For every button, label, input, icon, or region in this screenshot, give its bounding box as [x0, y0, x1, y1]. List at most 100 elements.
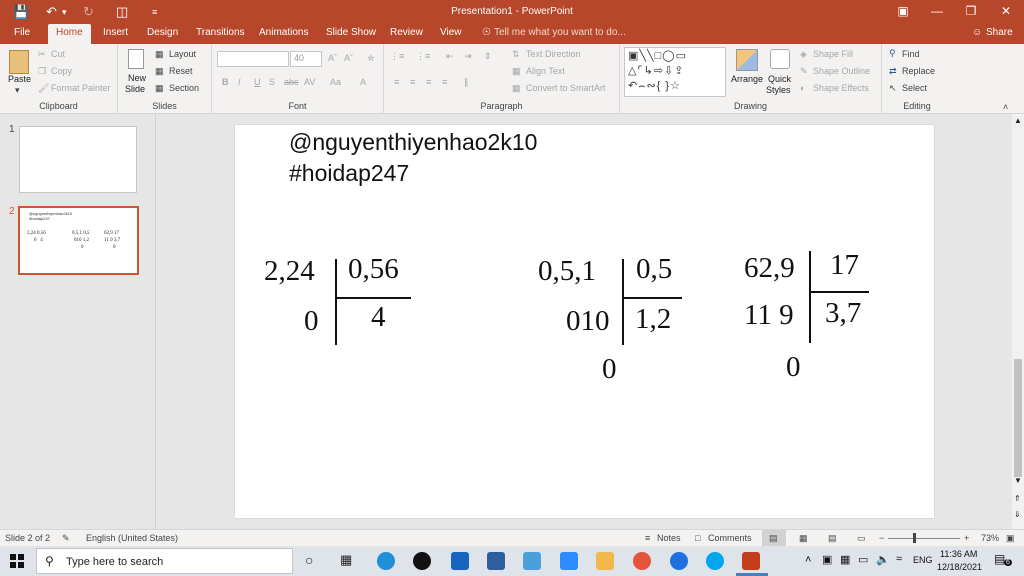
shapes-row-3[interactable]: ↶⌢∾{ }☆ [628, 80, 681, 92]
clock-time[interactable]: 11:36 AM [940, 549, 977, 559]
windows-start-icon[interactable] [10, 554, 24, 568]
columns-icon[interactable]: ∥ [464, 77, 469, 88]
taskbar-search-box[interactable]: ⚲ Type here to search [36, 548, 293, 574]
zoom-in-icon[interactable]: + [964, 533, 969, 543]
file-explorer-icon[interactable] [596, 552, 614, 570]
fit-to-window-icon[interactable]: ▣ [1006, 533, 1015, 544]
collapse-ribbon-icon[interactable]: ˄ [1003, 102, 1008, 112]
tab-design[interactable]: Design [147, 27, 178, 38]
shape-effects-button[interactable]: Shape Effects [813, 83, 869, 93]
slide-hashtag-text[interactable]: #hoidap247 [289, 160, 409, 187]
copy-button[interactable]: Copy [51, 66, 72, 76]
tab-review[interactable]: Review [390, 27, 423, 38]
shadow-button[interactable]: S [269, 77, 275, 87]
tab-slide-show[interactable]: Slide Show [326, 27, 376, 38]
tell-me-search[interactable]: Tell me what you want to do... [494, 27, 626, 38]
reading-view-icon[interactable]: ▤ [828, 533, 837, 544]
minimize-icon[interactable]: — [927, 4, 947, 18]
shapes-row-2[interactable]: △⌜↳⇨⇩⇪ [628, 65, 684, 77]
zalo-icon[interactable] [670, 552, 688, 570]
input-language[interactable]: ENG [913, 555, 933, 565]
smartart-icon[interactable]: ▦ [512, 83, 521, 94]
slide-show-icon[interactable]: ▭ [857, 533, 866, 544]
edge-icon[interactable] [377, 552, 395, 570]
shape-outline-icon[interactable]: ✎ [800, 66, 808, 77]
zoom-slider-thumb[interactable] [913, 533, 916, 543]
tiktok-icon[interactable] [413, 552, 431, 570]
scroll-down-icon[interactable]: ▼ [1014, 476, 1022, 485]
text-direction-icon[interactable]: ⇅ [512, 49, 520, 60]
numbering-icon[interactable]: ⋮≡ [416, 51, 430, 62]
skype-icon[interactable] [706, 552, 724, 570]
cut-icon[interactable]: ✂ [38, 49, 46, 60]
keyboard-icon[interactable]: ▦ [840, 553, 850, 566]
decrease-indent-icon[interactable]: ⇤ [446, 51, 454, 62]
shape-effects-icon[interactable]: ◐ [800, 83, 805, 93]
restore-icon[interactable]: ❐ [961, 4, 981, 18]
battery-icon[interactable]: ▭ [858, 553, 868, 566]
comments-icon[interactable]: □ [695, 533, 700, 543]
cut-button[interactable]: Cut [51, 49, 65, 59]
underline-button[interactable]: U [254, 77, 261, 87]
font-name-box[interactable] [217, 51, 289, 67]
scroll-up-icon[interactable]: ▲ [1014, 116, 1022, 125]
zoom-app-icon[interactable] [560, 552, 578, 570]
shape-outline-button[interactable]: Shape Outline [813, 66, 870, 76]
find-button[interactable]: Find [902, 49, 920, 59]
font-color-button[interactable]: A [360, 77, 366, 87]
slide-handle-text[interactable]: @nguyenthiyenhao2k10 [289, 129, 537, 156]
tab-home[interactable]: Home [48, 24, 91, 44]
close-icon[interactable]: ✕ [996, 4, 1016, 18]
strikethrough-button[interactable]: abc [284, 77, 299, 87]
line-spacing-icon[interactable]: ⇕ [484, 51, 492, 62]
scroll-thumb[interactable] [1014, 359, 1022, 477]
align-center-icon[interactable]: ≡ [410, 77, 415, 87]
zoom-level[interactable]: 73% [981, 533, 999, 543]
reset-button[interactable]: Reset [169, 66, 193, 76]
notes-icon[interactable]: ≡ [645, 533, 650, 543]
find-icon[interactable]: ⚲ [889, 48, 896, 59]
layout-button[interactable]: Layout [169, 49, 196, 59]
select-icon[interactable]: ↖ [889, 83, 897, 94]
convert-smartart-button[interactable]: Convert to SmartArt [526, 83, 606, 93]
align-right-icon[interactable]: ≡ [426, 77, 431, 87]
slide-thumbnail-selected[interactable]: @nguyenthiyenhao2k10 #hoidap247 2,24 0,5… [18, 206, 139, 275]
align-text-button[interactable]: Align Text [526, 66, 565, 76]
paste-button[interactable]: Paste [8, 74, 31, 84]
slide-sorter-icon[interactable]: ▦ [799, 533, 808, 544]
replace-icon[interactable]: ⇄ [889, 66, 897, 77]
quick-styles-button[interactable]: Quick [768, 74, 791, 84]
font-size-box[interactable]: 40 [290, 51, 322, 67]
cortana-icon[interactable]: ○ [305, 552, 313, 568]
share-button[interactable]: Share [986, 27, 1013, 38]
align-left-icon[interactable]: ≡ [394, 77, 399, 87]
select-button[interactable]: Select [902, 83, 927, 93]
text-direction-button[interactable]: Text Direction [526, 49, 581, 59]
clock-date[interactable]: 12/18/2021 [937, 562, 982, 572]
zoom-out-icon[interactable]: − [879, 533, 884, 543]
quick-styles-icon[interactable] [770, 49, 790, 69]
arrange-button[interactable]: Arrange [731, 74, 763, 84]
format-painter-button[interactable]: Format Painter [51, 83, 111, 93]
shape-fill-button[interactable]: Shape Fill [813, 49, 853, 59]
notes-button[interactable]: Notes [657, 533, 681, 543]
bold-button[interactable]: B [222, 77, 229, 87]
paste-dropdown-icon[interactable]: ▾ [15, 85, 20, 96]
section-icon[interactable]: ▦ [155, 83, 164, 94]
format-painter-icon[interactable]: 🖌 [38, 83, 49, 94]
shape-fill-icon[interactable]: ◈ [800, 49, 807, 60]
arrange-icon[interactable] [736, 49, 758, 71]
italic-button[interactable]: I [238, 77, 241, 87]
replace-button[interactable]: Replace [902, 66, 935, 76]
bullets-icon[interactable]: ⋮≡ [390, 51, 404, 62]
grow-font-icon[interactable]: Aˆ [328, 53, 337, 63]
tab-file[interactable]: File [14, 27, 30, 38]
quick-styles-button-line2[interactable]: Styles [766, 85, 791, 95]
section-button[interactable]: Section [169, 83, 199, 93]
previous-slide-icon[interactable]: ⇑ [1014, 494, 1021, 503]
ribbon-display-icon[interactable]: ▣ [893, 4, 913, 18]
justify-icon[interactable]: ≡ [442, 77, 447, 87]
comments-button[interactable]: Comments [708, 533, 752, 543]
network-icon[interactable]: ≈ [896, 553, 902, 565]
new-slide-button-line2[interactable]: Slide [125, 84, 145, 94]
